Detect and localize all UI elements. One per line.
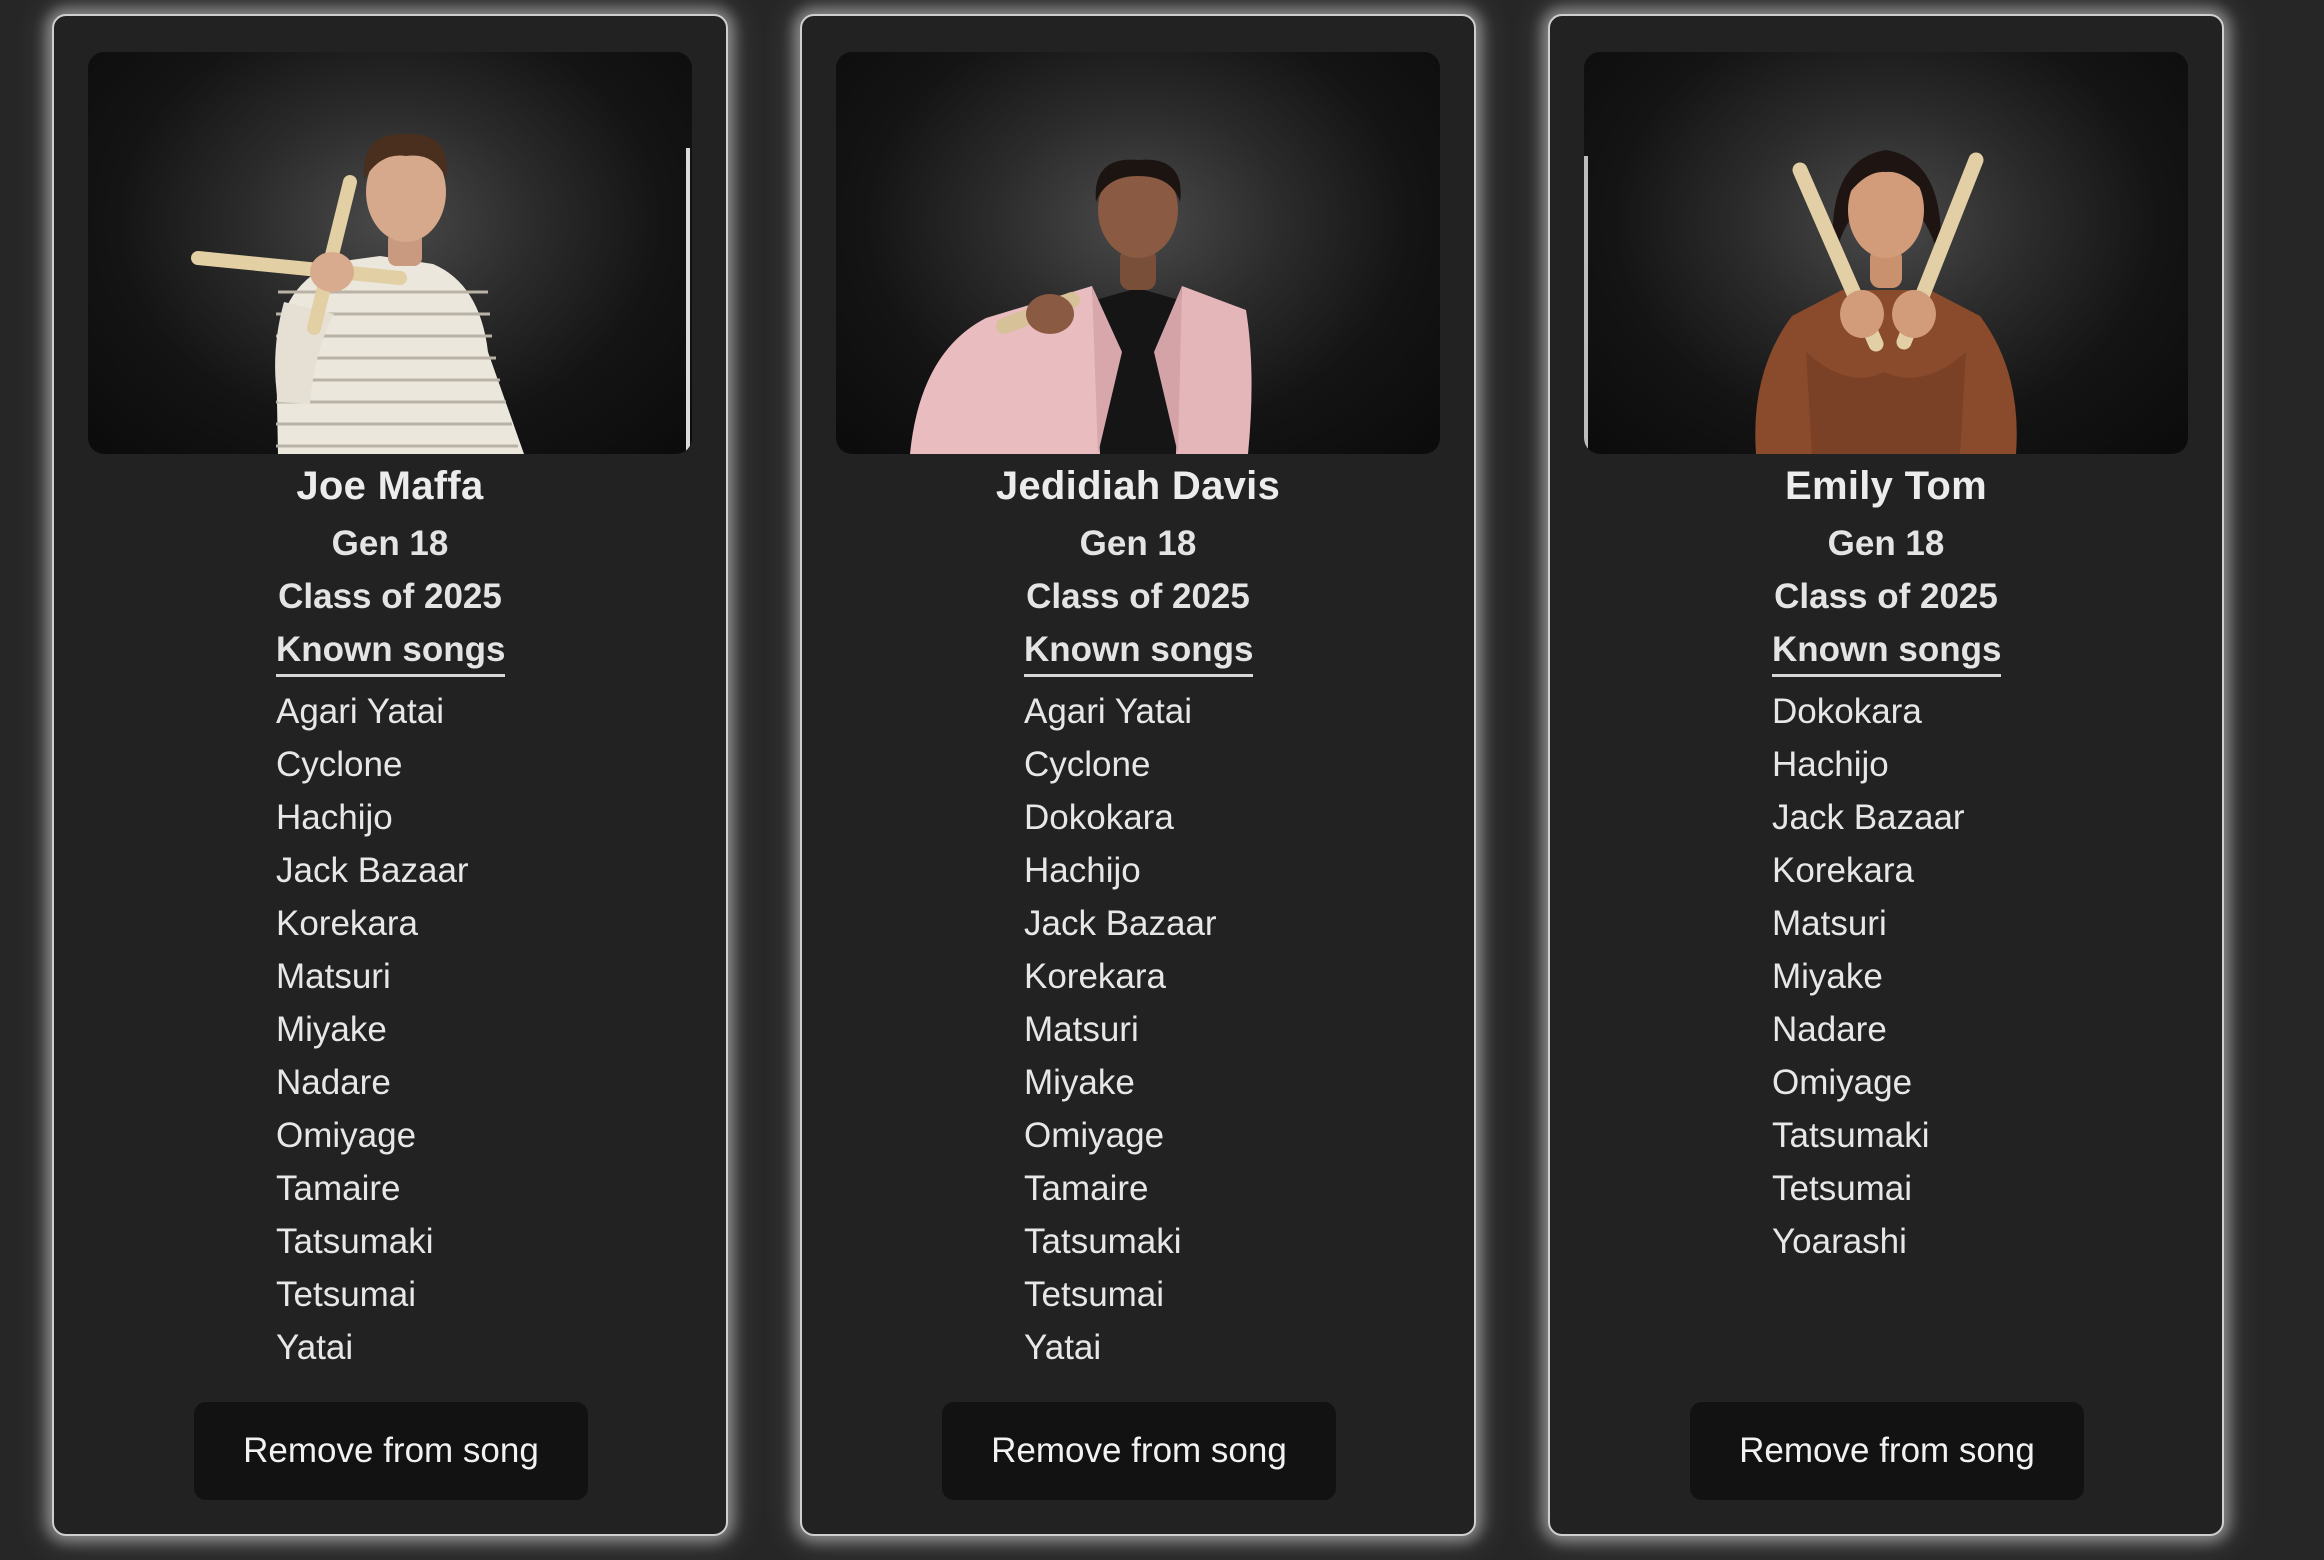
song-item: Agari Yatai: [1024, 692, 1192, 731]
song-item: Agari Yatai: [276, 692, 444, 731]
song-item: Yoarashi: [1772, 1222, 1907, 1261]
member-class: Class of 2025: [1774, 577, 1998, 616]
song-item: Jack Bazaar: [1772, 798, 1965, 837]
song-item: Tamaire: [276, 1169, 401, 1208]
member-photo: [1584, 52, 2188, 454]
member-card: Emily Tom Gen 18 Class of 2025 Known son…: [1548, 14, 2224, 1536]
song-item: Korekara: [1772, 851, 1915, 890]
member-generation: Gen 18: [1827, 524, 1945, 563]
song-item: Miyake: [1772, 957, 1883, 996]
song-item: Tetsumai: [1024, 1275, 1165, 1314]
song-item: Hachijo: [1024, 851, 1141, 890]
song-item: Tatsumaki: [1024, 1222, 1182, 1261]
member-photo: [836, 52, 1440, 454]
remove-from-song-button[interactable]: Remove from song: [1690, 1402, 2084, 1500]
song-item: Nadare: [276, 1063, 391, 1102]
member-generation: Gen 18: [1079, 524, 1197, 563]
song-item: Omiyage: [276, 1116, 417, 1155]
song-item: Cyclone: [276, 745, 403, 784]
song-item: Miyake: [276, 1010, 387, 1049]
song-item: Miyake: [1024, 1063, 1135, 1102]
member-class: Class of 2025: [278, 577, 502, 616]
remove-from-song-button[interactable]: Remove from song: [194, 1402, 588, 1500]
song-item: Korekara: [1024, 957, 1167, 996]
song-item: Tatsumaki: [276, 1222, 434, 1261]
song-item: Matsuri: [276, 957, 391, 996]
member-generation: Gen 18: [331, 524, 449, 563]
member-class: Class of 2025: [1026, 577, 1250, 616]
song-item: Nadare: [1772, 1010, 1887, 1049]
song-item: Omiyage: [1772, 1063, 1913, 1102]
member-photo: [88, 52, 692, 454]
song-item: Matsuri: [1024, 1010, 1139, 1049]
song-item: Tetsumai: [1772, 1169, 1913, 1208]
known-songs-heading: Known songs: [1024, 630, 1254, 677]
song-item: Dokokara: [1772, 692, 1922, 731]
remove-from-song-button[interactable]: Remove from song: [942, 1402, 1336, 1500]
song-item: Hachijo: [1772, 745, 1889, 784]
song-item: Tetsumai: [276, 1275, 417, 1314]
known-songs-list: Known songs Agari Yatai Cyclone Dokokara…: [1024, 630, 1444, 1374]
song-item: Jack Bazaar: [1024, 904, 1217, 943]
known-songs-list: Known songs Dokokara Hachijo Jack Bazaar…: [1772, 630, 2192, 1268]
song-item: Matsuri: [1772, 904, 1887, 943]
song-item: Korekara: [276, 904, 419, 943]
song-item: Omiyage: [1024, 1116, 1165, 1155]
member-card: Jedidiah Davis Gen 18 Class of 2025 Know…: [800, 14, 1476, 1536]
member-card-grid: Joe Maffa Gen 18 Class of 2025 Known son…: [0, 0, 2324, 1560]
known-songs-heading: Known songs: [1772, 630, 2002, 677]
song-item: Jack Bazaar: [276, 851, 469, 890]
song-item: Dokokara: [1024, 798, 1174, 837]
song-item: Yatai: [1024, 1328, 1102, 1367]
song-item: Tamaire: [1024, 1169, 1149, 1208]
member-name: Jedidiah Davis: [995, 464, 1281, 508]
song-item: Cyclone: [1024, 745, 1151, 784]
member-name: Joe Maffa: [296, 464, 484, 508]
known-songs-heading: Known songs: [276, 630, 506, 677]
song-item: Yatai: [276, 1328, 354, 1367]
member-name: Emily Tom: [1785, 464, 1987, 508]
member-card: Joe Maffa Gen 18 Class of 2025 Known son…: [52, 14, 728, 1536]
known-songs-list: Known songs Agari Yatai Cyclone Hachijo …: [276, 630, 696, 1374]
song-item: Tatsumaki: [1772, 1116, 1930, 1155]
song-item: Hachijo: [276, 798, 393, 837]
